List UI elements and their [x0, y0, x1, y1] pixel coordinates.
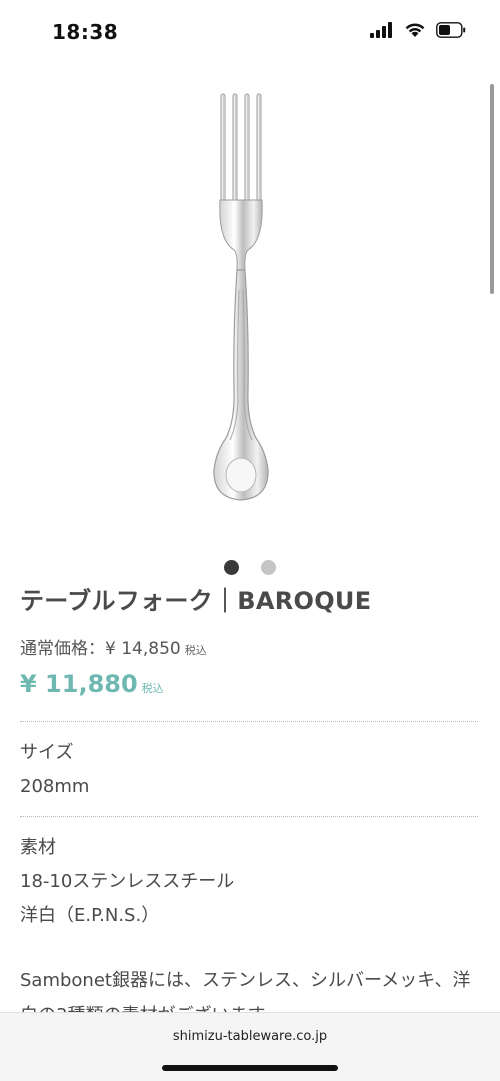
spec-value-material-1: 18-10ステンレススチール: [20, 871, 235, 892]
regular-price: ¥ 14,850: [105, 639, 181, 659]
regular-price-tax: 税込: [184, 644, 207, 657]
product-details: テーブルフォーク｜BAROQUE 通常価格：¥ 14,850 税込 ¥ 11,88…: [20, 578, 478, 1033]
product-title: テーブルフォーク｜BAROQUE: [20, 587, 372, 615]
spec-label-size: サイズ: [20, 742, 74, 763]
spec-material: 素材 18-10ステンレススチール 洋白（E.P.N.S.）: [20, 817, 478, 945]
spec-value-size: 208mm: [20, 776, 90, 797]
address-bar-url[interactable]: shimizu-tableware.co.jp: [0, 1029, 500, 1044]
pager-dot-1[interactable]: [224, 560, 239, 575]
browser-bottom-bar: shimizu-tableware.co.jp: [0, 1012, 500, 1081]
regular-price-row: 通常価格：¥ 14,850 税込: [20, 636, 478, 664]
product-image[interactable]: [0, 90, 500, 520]
wifi-icon: [404, 22, 426, 42]
pager-dot-2[interactable]: [261, 560, 276, 575]
status-time: 18:38: [52, 20, 119, 44]
regular-price-label: 通常価格：: [20, 639, 105, 659]
battery-icon: [436, 22, 466, 42]
cellular-signal-icon: [370, 22, 394, 42]
spec-label-material: 素材: [20, 837, 56, 858]
image-pager: [0, 560, 500, 575]
status-icons: [370, 22, 466, 42]
spec-size: サイズ 208mm: [20, 722, 478, 816]
fork-image: [213, 93, 269, 501]
sale-price-row: ¥ 11,880 税込: [20, 668, 478, 705]
status-bar: 18:38: [0, 0, 500, 66]
sale-price: ¥ 11,880: [20, 670, 138, 698]
spec-value-material-2: 洋白（E.P.N.S.）: [20, 905, 160, 926]
sale-price-tax: 税込: [141, 682, 164, 695]
home-indicator[interactable]: [162, 1065, 338, 1071]
